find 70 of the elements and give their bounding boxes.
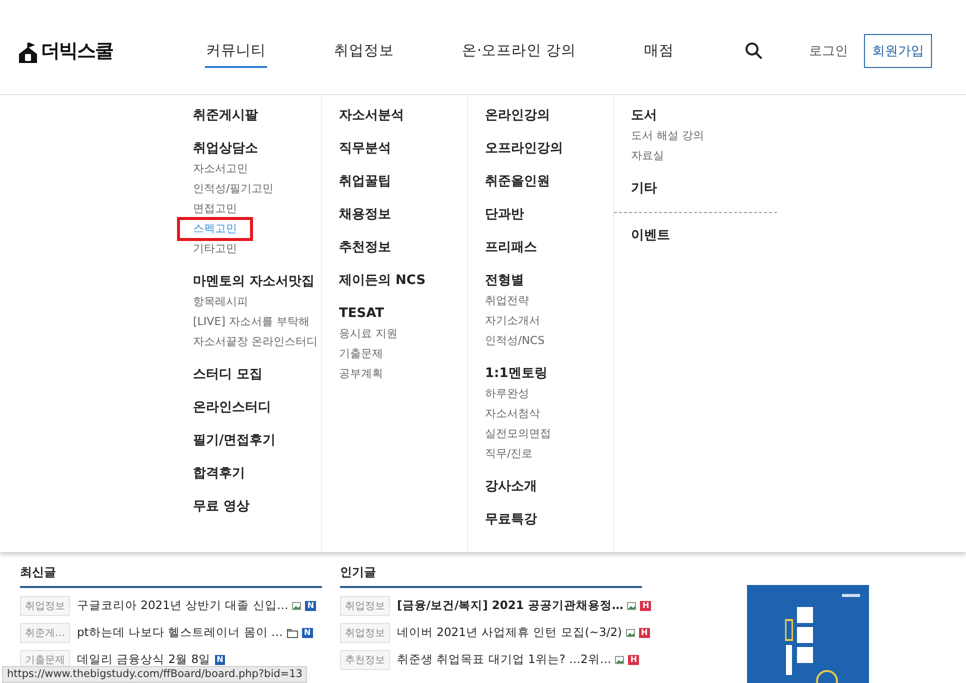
menu-heading[interactable]: 도서 bbox=[631, 106, 657, 126]
letter-badge: N bbox=[302, 628, 313, 638]
menu-heading[interactable]: 기타 bbox=[631, 179, 657, 199]
menu-heading[interactable]: 취업꿀팁 bbox=[339, 172, 391, 192]
section-title: 최신글 bbox=[20, 564, 322, 588]
nav-tab[interactable]: 커뮤니티 bbox=[205, 34, 267, 68]
post-title[interactable]: pt하는데 나보다 헬스트레이너 몸이 … bbox=[77, 625, 283, 640]
menu-heading[interactable]: 취업상담소 bbox=[193, 139, 258, 159]
menu-heading[interactable]: 온라인강의 bbox=[485, 106, 550, 126]
menu-link[interactable]: 자소서고민 bbox=[191, 159, 250, 179]
menu-link[interactable]: 인적성/NCS bbox=[483, 331, 547, 351]
nav-tab[interactable]: 취업정보 bbox=[333, 34, 395, 68]
menu-link[interactable]: 인적성/필기고민 bbox=[191, 179, 276, 199]
menu-link[interactable]: 자소서끝장 온라인스터디 bbox=[191, 332, 320, 352]
menu-heading[interactable]: 합격후기 bbox=[193, 464, 245, 484]
menu-heading[interactable]: 온라인스터디 bbox=[193, 398, 271, 418]
post-title[interactable]: 네이버 2021년 사업제휴 인턴 모집(~3/2) bbox=[397, 625, 622, 640]
menu-heading[interactable]: 단과반 bbox=[485, 205, 524, 225]
menu-link[interactable]: 직무/진로 bbox=[483, 444, 535, 464]
menu-heading[interactable]: 직무분석 bbox=[339, 139, 391, 159]
menu-heading[interactable]: 자소서분석 bbox=[339, 106, 404, 126]
menu-link[interactable]: 항목레시피 bbox=[191, 292, 250, 312]
menu-heading[interactable]: 전형별 bbox=[485, 271, 524, 291]
menu-link[interactable]: 취업전략 bbox=[483, 291, 531, 311]
menu-link[interactable]: [LIVE] 자소서를 부탁해 bbox=[191, 312, 312, 332]
menu-heading[interactable]: 오프라인강의 bbox=[485, 139, 563, 159]
logo-text[interactable]: 더빅스쿨 bbox=[41, 38, 113, 64]
menu-heading[interactable]: 이벤트 bbox=[631, 226, 670, 246]
menu-heading[interactable]: 스터디 모집 bbox=[193, 365, 263, 385]
menu-link[interactable]: 응시료 지원 bbox=[337, 324, 400, 344]
section-title: 인기글 bbox=[340, 564, 642, 588]
post-title[interactable]: 데일리 금융상식 2월 8일 bbox=[77, 652, 211, 667]
menu-heading[interactable]: TESAT bbox=[339, 304, 384, 324]
menu-link[interactable]: 도서 해설 강의 bbox=[629, 126, 706, 146]
menu-heading[interactable]: 무료특강 bbox=[485, 510, 537, 530]
url-tooltip: https://www.thebigstudy.com/ffBoard/board.php?bid=13 bbox=[2, 666, 308, 683]
letter-badge: N bbox=[214, 654, 226, 664]
letter-badge: H bbox=[639, 628, 650, 638]
menu-link[interactable]: 실전모의면접 bbox=[483, 424, 553, 444]
menu-link[interactable]: 하루완성 bbox=[483, 384, 531, 404]
nav-tab[interactable]: 온·오프라인 강의 bbox=[461, 34, 578, 68]
login-link[interactable]: 로그인 bbox=[809, 42, 848, 60]
menu-heading[interactable]: 추천정보 bbox=[339, 238, 391, 258]
menu-link[interactable]: 기출문제 bbox=[337, 344, 385, 364]
menu-heading[interactable]: 필기/면접후기 bbox=[193, 431, 276, 451]
menu-heading[interactable]: 강사소개 bbox=[485, 477, 537, 497]
menu-link[interactable]: 자소서첨삭 bbox=[483, 404, 542, 424]
post-title[interactable]: 구글코리아 2021년 상반기 대졸 신입… bbox=[77, 598, 288, 613]
menu-heading[interactable]: 1:1멘토링 bbox=[485, 364, 548, 384]
menu-link[interactable]: 면접고민 bbox=[191, 199, 239, 219]
nav-tab[interactable]: 매점 bbox=[643, 34, 676, 68]
letter-badge: N bbox=[305, 600, 316, 610]
menu-heading[interactable]: 취준올인원 bbox=[485, 172, 550, 192]
menu-link[interactable]: 자료실 bbox=[629, 146, 666, 166]
menu-link[interactable]: 기타고민 bbox=[191, 239, 239, 259]
signup-button[interactable]: 회원가입 bbox=[864, 34, 932, 68]
post-title[interactable]: 취준생 취업목표 대기업 1위는? …2위… bbox=[397, 652, 612, 667]
menu-heading[interactable]: 마멘토의 자소서맛집 bbox=[193, 272, 315, 292]
menu-heading[interactable]: 제이든의 NCS bbox=[339, 271, 426, 291]
logo-icon[interactable] bbox=[18, 42, 38, 64]
letter-badge: H bbox=[628, 654, 640, 664]
search-icon[interactable] bbox=[745, 42, 764, 60]
menu-link[interactable]: 공부계획 bbox=[337, 364, 385, 384]
menu-heading[interactable]: 채용정보 bbox=[339, 205, 391, 225]
menu-link[interactable]: 자기소개서 bbox=[483, 311, 542, 331]
menu-heading[interactable]: 무료 영상 bbox=[193, 497, 250, 517]
menu-heading[interactable]: 프리패스 bbox=[485, 238, 537, 258]
post-title[interactable]: [금융/보건/복지] 2021 공공기관채용정… bbox=[397, 598, 624, 613]
letter-badge: H bbox=[640, 600, 652, 610]
menu-heading[interactable]: 취준게시팔 bbox=[193, 106, 258, 126]
